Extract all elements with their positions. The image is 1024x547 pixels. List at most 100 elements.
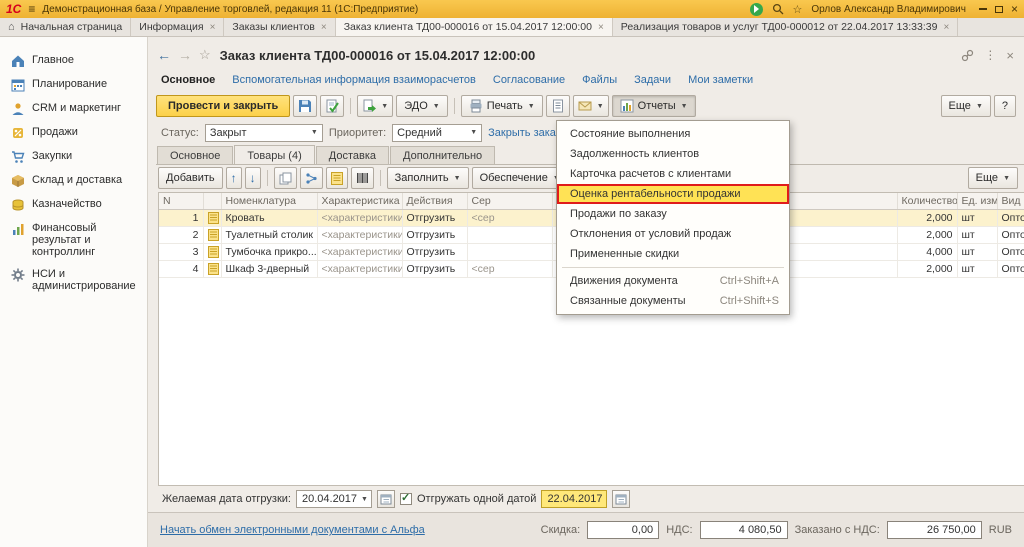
current-user[interactable]: Орлов Александр Владимирович <box>811 4 966 15</box>
barcode-scan-button[interactable] <box>351 167 374 189</box>
cell-quantity[interactable]: 2,000 <box>897 209 957 226</box>
cell-quantity[interactable]: 2,000 <box>897 226 957 243</box>
navlink-notes[interactable]: Мои заметки <box>688 74 753 89</box>
cell-icon[interactable] <box>203 260 221 277</box>
tab-home[interactable]: ⌂ Начальная страница <box>0 18 131 36</box>
tab-main-page[interactable]: Основное <box>157 146 233 165</box>
cell-action[interactable]: Отгрузить <box>402 260 467 277</box>
search-icon[interactable] <box>772 3 784 15</box>
structure-button[interactable] <box>300 167 323 189</box>
total-value-field[interactable]: 26 750,00 <box>887 521 982 539</box>
maximize-icon[interactable] <box>995 6 1003 13</box>
cell-nomenclature[interactable]: Кровать <box>221 209 317 226</box>
cell-nomenclature[interactable]: Шкаф 3-дверный <box>221 260 317 277</box>
menu-item-settlements-card[interactable]: Карточка расчетов с клиентами <box>557 164 789 184</box>
sidebar-item-treasury[interactable]: Казначейство <box>0 193 147 217</box>
menu-item-document-movements[interactable]: Движения документа Ctrl+Shift+A <box>557 271 789 291</box>
discussions-icon[interactable] <box>750 3 763 16</box>
cell-action[interactable]: Отгрузить <box>402 209 467 226</box>
shipment-date-field[interactable]: 20.04.2017 ▼ <box>296 490 372 508</box>
link-icon[interactable] <box>961 49 974 62</box>
tab-additional[interactable]: Дополнительно <box>390 146 495 165</box>
sidebar-item-planning[interactable]: Планирование <box>0 73 147 97</box>
tab-close-icon[interactable]: × <box>321 22 327 33</box>
cell-unit[interactable]: шт <box>957 260 997 277</box>
document-card-button[interactable] <box>546 95 570 117</box>
vat-value-field[interactable]: 4 080,50 <box>700 521 788 539</box>
navlink-settlements-info[interactable]: Вспомогательная информация взаиморасчето… <box>232 74 476 89</box>
menu-item-execution-state[interactable]: Состояние выполнения <box>557 124 789 144</box>
post-and-close-button[interactable]: Провести и закрыть <box>156 95 290 117</box>
sidebar-item-sales[interactable]: Продажи <box>0 121 147 145</box>
cell-characteristic[interactable]: <характеристики <box>317 209 402 226</box>
tab-goods-sale-document[interactable]: Реализация товаров и услуг ТД00-000012 о… <box>613 18 958 36</box>
cell-quantity[interactable]: 4,000 <box>897 243 957 260</box>
col-unit[interactable]: Ед. изм. <box>957 193 997 209</box>
priority-select[interactable]: Средний ▼ <box>392 124 482 142</box>
goods-card-button[interactable] <box>326 167 348 189</box>
navlink-files[interactable]: Файлы <box>582 74 617 89</box>
cell-unit[interactable]: шт <box>957 243 997 260</box>
status-select[interactable]: Закрыт ▼ <box>205 124 323 142</box>
cell-series[interactable] <box>467 226 552 243</box>
sidebar-item-purchases[interactable]: Закупки <box>0 145 147 169</box>
single-date-checkbox[interactable] <box>400 493 412 505</box>
favorite-star-icon[interactable]: ☆ <box>199 47 211 63</box>
tab-close-icon[interactable]: × <box>598 22 604 33</box>
cell-icon[interactable] <box>203 209 221 226</box>
navlink-main[interactable]: Основное <box>161 74 215 89</box>
col-price-type[interactable]: Вид цен <box>997 193 1024 209</box>
forward-icon[interactable]: → <box>178 48 192 62</box>
supply-button[interactable]: Обеспечение ▼ <box>472 167 568 189</box>
menu-item-related-documents[interactable]: Связанные документы Ctrl+Shift+S <box>557 291 789 311</box>
cell-series[interactable] <box>467 243 552 260</box>
col-quantity[interactable]: Количество <box>897 193 957 209</box>
cell-characteristic[interactable]: <характеристики <box>317 226 402 243</box>
col-nomenclature[interactable]: Номенклатура <box>221 193 317 209</box>
create-based-on-button[interactable]: ▼ <box>357 95 393 117</box>
cell-nomenclature[interactable]: Туалетный столик <box>221 226 317 243</box>
close-order-link[interactable]: Закрыть заказ <box>488 127 561 139</box>
cell-icon[interactable] <box>203 226 221 243</box>
cell-unit[interactable]: шт <box>957 209 997 226</box>
cell-icon[interactable] <box>203 243 221 260</box>
tab-close-icon[interactable]: × <box>210 22 216 33</box>
menu-item-sales-by-order[interactable]: Продажи по заказу <box>557 204 789 224</box>
cell-n[interactable]: 1 <box>159 209 203 226</box>
menu-item-sale-profitability[interactable]: Оценка рентабельности продажи <box>557 184 789 204</box>
back-icon[interactable]: ← <box>157 48 171 62</box>
send-email-button[interactable]: ▼ <box>573 95 609 117</box>
cell-n[interactable]: 3 <box>159 243 203 260</box>
save-button[interactable] <box>293 95 317 117</box>
cell-quantity[interactable]: 2,000 <box>897 260 957 277</box>
menu-item-applied-discounts[interactable]: Примененные скидки <box>557 244 789 264</box>
tab-close-icon[interactable]: × <box>943 22 949 33</box>
edo-button[interactable]: ЭДО ▼ <box>396 95 447 117</box>
help-button[interactable]: ? <box>994 95 1016 117</box>
cell-action[interactable]: Отгрузить <box>402 226 467 243</box>
cell-unit[interactable]: шт <box>957 226 997 243</box>
col-actions[interactable]: Действия <box>402 193 467 209</box>
sidebar-item-financial-result[interactable]: Финансовый результат и контроллинг <box>0 217 147 263</box>
col-characteristic[interactable]: Характеристика <box>317 193 402 209</box>
move-row-up-button[interactable]: ↑ <box>226 167 242 189</box>
cell-series[interactable]: <сер <box>467 209 552 226</box>
grid-more-button[interactable]: Еще ▼ <box>968 167 1018 189</box>
cell-price-type[interactable]: Оптова <box>997 226 1024 243</box>
cell-nomenclature[interactable]: Тумбочка прикро... <box>221 243 317 260</box>
sidebar-item-main[interactable]: Главное <box>0 49 147 73</box>
cell-series[interactable]: <сер <box>467 260 552 277</box>
discount-value-field[interactable]: 0,00 <box>587 521 659 539</box>
tab-goods[interactable]: Товары (4) <box>234 145 314 165</box>
cell-price-type[interactable]: Оптова <box>997 260 1024 277</box>
sidebar-item-warehouse-delivery[interactable]: Склад и доставка <box>0 169 147 193</box>
reports-button[interactable]: Отчеты ▼ <box>612 95 696 117</box>
cell-characteristic[interactable]: <характеристики> <box>317 243 402 260</box>
shipment-date-calendar-button[interactable] <box>377 490 395 508</box>
single-date-calendar-button[interactable] <box>612 490 630 508</box>
form-close-icon[interactable]: × <box>1006 48 1014 63</box>
sidebar-item-administration[interactable]: НСИ и администрирование <box>0 263 147 297</box>
cell-n[interactable]: 4 <box>159 260 203 277</box>
tab-customer-order-document[interactable]: Заказ клиента ТД00-000016 от 15.04.2017 … <box>336 18 613 36</box>
cell-price-type[interactable]: Оптова <box>997 209 1024 226</box>
